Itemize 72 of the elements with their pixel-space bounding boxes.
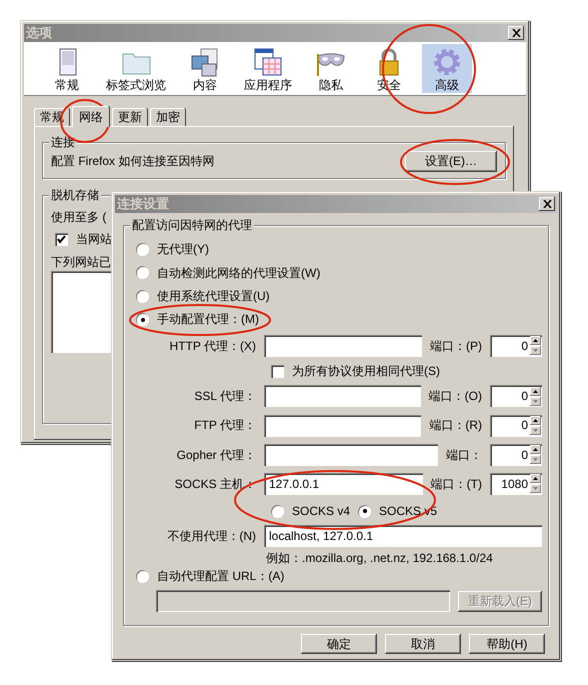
port-spinner[interactable]: 0	[490, 334, 542, 357]
close-button[interactable]	[539, 197, 555, 211]
port-spinner[interactable]: 0	[490, 444, 542, 466]
tab[interactable]: 加密	[150, 108, 186, 126]
spin-arrows-icon[interactable]	[530, 416, 541, 436]
radio-button[interactable]	[271, 504, 284, 518]
toolbar-button[interactable]: 高级	[422, 44, 472, 93]
usage-label: 使用至多 (	[51, 210, 106, 224]
window-title: 选项	[26, 25, 52, 41]
url-field[interactable]	[156, 590, 450, 612]
tab[interactable]: 更新	[112, 108, 148, 126]
radio-label: 自动代理配置 URL：(A)	[157, 569, 284, 584]
close-icon	[542, 200, 552, 208]
text-field[interactable]: 127.0.0.1	[264, 472, 423, 495]
close-icon	[512, 29, 520, 37]
checkbox[interactable]	[55, 232, 68, 246]
port-label: 端口：(T)	[430, 476, 482, 492]
port-spinner[interactable]: 1080	[490, 472, 542, 495]
port-label: 端口：(O)	[428, 389, 482, 404]
window-grid-icon	[252, 46, 284, 78]
field-label: SSL 代理：	[193, 389, 256, 404]
example-text: 例如：.mozilla.org, .net.nz, 192.168.1.0/24	[266, 550, 493, 565]
toolbar-button[interactable]: 内容	[180, 44, 230, 93]
port-label: 端口：(R)	[429, 418, 482, 433]
radio-button[interactable]	[136, 290, 149, 303]
toolbar-button[interactable]: 标签式浏览	[100, 44, 172, 93]
checkbox-label: 为所有协议使用相同代理(S)	[292, 364, 440, 378]
group-label: 配置访问因特网的代理	[130, 218, 254, 232]
toolbar-button[interactable]: 应用程序	[238, 44, 298, 93]
field-label: Gopher 代理：	[176, 448, 256, 462]
settings-button[interactable]: 设置(E)…	[405, 151, 497, 172]
toolbar-button[interactable]: 隐私	[306, 44, 356, 93]
spin-arrows-icon[interactable]	[530, 445, 541, 464]
radio-label: 无代理(Y)	[157, 242, 209, 257]
checkbox[interactable]	[271, 364, 284, 378]
text-field[interactable]	[264, 444, 438, 466]
text-field[interactable]	[264, 414, 422, 437]
spin-arrows-icon[interactable]	[530, 336, 541, 356]
radio-label: SOCKS v4	[292, 504, 350, 518]
radio-label: 手动配置代理：(M)	[157, 312, 259, 327]
radio-button[interactable]	[136, 570, 149, 583]
field-label: FTP 代理：	[193, 418, 256, 433]
port-label: 端口：(P)	[430, 338, 482, 354]
window-title: 连接设置	[117, 196, 169, 212]
tab[interactable]: 网络	[72, 106, 110, 128]
radio-button[interactable]	[136, 243, 149, 256]
dialog-button[interactable]: 帮助(H)	[469, 634, 545, 654]
group-label: 脱机存储	[49, 188, 101, 202]
port-label: 端口：	[446, 448, 482, 462]
dialog-button[interactable]: 取消	[385, 634, 461, 654]
radio-label: 自动检测此网络的代理设置(W)	[157, 266, 320, 280]
toolbar-button[interactable]: 常规	[42, 44, 92, 93]
field-label: HTTP 代理：(X)	[168, 338, 256, 354]
description-text: 配置 Firefox 如何连接至因特网	[51, 154, 214, 169]
checkbox-label: 当网站	[76, 232, 112, 247]
gear-icon	[431, 46, 463, 78]
port-spinner[interactable]: 0	[490, 414, 542, 437]
radio-button[interactable]	[136, 266, 149, 280]
list-label: 下列网站已	[51, 254, 112, 269]
radio-button[interactable]	[358, 504, 372, 518]
site-list[interactable]	[51, 270, 111, 353]
port-spinner[interactable]: 0	[490, 385, 542, 408]
spin-arrows-icon[interactable]	[530, 474, 541, 494]
text-field[interactable]	[264, 334, 422, 357]
text-field[interactable]: localhost, 127.0.0.1	[264, 525, 542, 548]
radio-label: 使用系统代理设置(U)	[157, 289, 270, 304]
text-field[interactable]	[264, 385, 421, 408]
close-button[interactable]	[508, 26, 524, 40]
radio-button[interactable]	[136, 313, 149, 326]
spin-arrows-icon[interactable]	[530, 386, 541, 406]
dialog-button[interactable]: 确定	[301, 634, 377, 654]
field-label: 不使用代理：(N)	[166, 529, 256, 544]
